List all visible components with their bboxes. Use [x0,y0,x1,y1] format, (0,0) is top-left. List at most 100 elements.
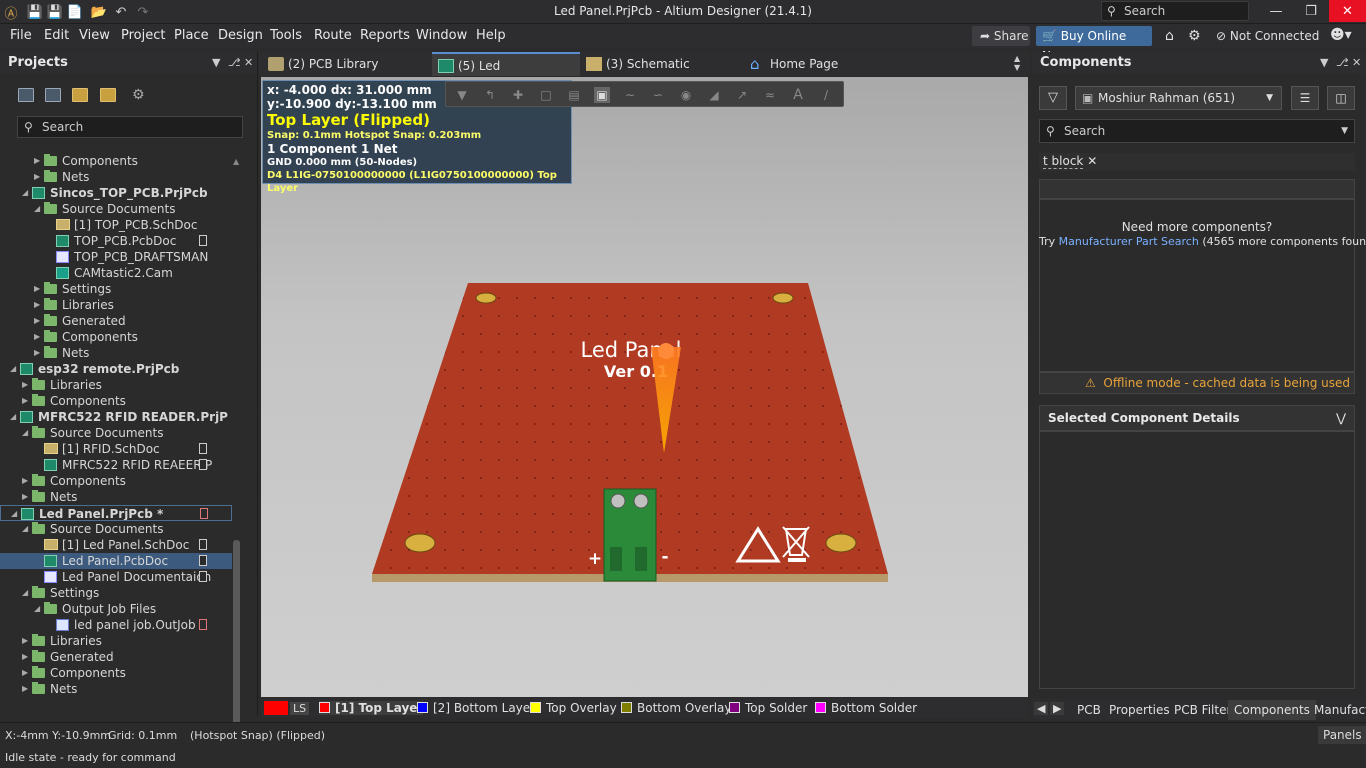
layer-tab-bottom-solder[interactable]: Bottom Solder [815,701,917,715]
open-project-icon[interactable] [72,88,88,102]
panel-tab-properties[interactable]: Properties [1109,703,1170,717]
tree-item[interactable]: CAMtastic2.Cam [0,265,232,281]
layer-tab-top-overlay[interactable]: Top Overlay [530,701,617,715]
tree-item[interactable]: ◢ Source Documents [0,201,232,217]
tree-item[interactable]: ▶ Nets [0,489,232,505]
expand-toggle-icon[interactable]: ◢ [22,185,28,201]
place-component-icon[interactable]: ▣ [594,87,610,103]
tree-item[interactable]: Led Panel Documentaion [0,569,232,585]
menu-route[interactable]: Route [314,28,352,43]
menu-view[interactable]: View [79,28,110,43]
tree-item[interactable]: [1] Led Panel.SchDoc [0,537,232,553]
tree-item[interactable]: ◢ esp32 remote.PrjPcb [0,361,232,377]
pin-icon[interactable]: ⎇ [228,52,241,74]
tab-scroll-left-icon[interactable]: ◀ [1034,702,1049,715]
share-button[interactable]: ➦ Share [972,26,1030,46]
select-rect-icon[interactable]: □ [538,87,554,103]
tree-item[interactable]: ▶ Generated [0,649,232,665]
pin-icon[interactable]: ⎇ [1336,52,1349,74]
tree-item[interactable]: ▶ Components [0,665,232,681]
tree-item[interactable]: led panel job.OutJob [0,617,232,633]
layer-tab-bottom[interactable]: [2] Bottom Layer [417,701,535,715]
shape-icon[interactable]: ≈ [762,87,778,103]
expand-toggle-icon[interactable]: ▶ [34,345,40,361]
tab-scroll-icon[interactable]: ▲ ▼ [1014,54,1020,72]
expand-toggle-icon[interactable]: ▶ [22,649,28,665]
expand-toggle-icon[interactable]: ◢ [22,425,28,441]
tree-item[interactable]: ▶ Nets [0,681,232,697]
save-all-projects-icon[interactable] [45,88,61,102]
expand-toggle-icon[interactable]: ▶ [34,297,40,313]
filter-tag[interactable]: t block ✕ [1039,153,1355,171]
expand-toggle-icon[interactable]: ◢ [34,601,40,617]
tree-item[interactable]: ▶ Libraries [0,297,232,313]
tree-item[interactable]: ▶ Libraries [0,377,232,393]
menu-lines-icon[interactable]: ☰ [1291,86,1319,110]
panel-menu-icon[interactable]: ▼ [1320,52,1328,74]
tab-pcb-library[interactable]: (2) PCB Library Document▼ [262,52,430,95]
expand-toggle-icon[interactable]: ◢ [22,585,28,601]
tree-item[interactable]: ▶ Components [0,393,232,409]
add-existing-icon[interactable] [100,88,116,102]
library-selector[interactable]: ▣ Moshiur Rahman (651) ▼ [1075,86,1282,110]
expand-toggle-icon[interactable]: ▶ [34,313,40,329]
tab-schematic[interactable]: (3) Schematic Document▼ [580,52,744,95]
manufacturer-part-search-link[interactable]: Manufacturer Part Search [1059,235,1199,248]
expand-toggle-icon[interactable]: ▶ [22,393,28,409]
expand-toggle-icon[interactable]: ▶ [34,153,40,169]
tree-item[interactable]: ◢ Settings [0,585,232,601]
collapse-icon[interactable]: ⋁ [1336,406,1346,430]
scroll-up-icon[interactable]: ▲ [233,157,239,166]
layer-tab-top-solder[interactable]: Top Solder [729,701,807,715]
align-icon[interactable]: ▤ [566,87,582,103]
close-panel-icon[interactable]: ✕ [244,52,253,74]
settings-gear-icon[interactable]: ⚙ [132,88,148,102]
expand-toggle-icon[interactable]: ◢ [10,361,16,377]
expand-toggle-icon[interactable]: ▶ [22,633,28,649]
tree-item[interactable]: ▶ Nets [0,345,232,361]
menu-reports[interactable]: Reports [360,28,410,43]
layer-tab-top[interactable]: [1] Top Layer [319,701,424,715]
tree-item[interactable]: ◢ Output Job Files [0,601,232,617]
expand-toggle-icon[interactable]: ◢ [22,521,28,537]
layout-toggle-icon[interactable]: ◫ [1327,86,1355,110]
components-search-input[interactable]: ⚲ Search ▼ [1039,119,1355,143]
minimize-button[interactable]: — [1259,0,1293,22]
current-layer-swatch[interactable] [264,701,288,715]
panel-tab-manufacturer[interactable]: Manufact [1314,703,1366,717]
dimension-icon[interactable]: ↗ [734,87,750,103]
home-icon[interactable]: ⌂ [1165,28,1174,44]
tree-item[interactable]: TOP_PCB.PcbDoc [0,233,232,249]
tree-item[interactable]: ◢ Source Documents [0,521,232,537]
route-icon[interactable]: ↰ [482,87,498,103]
menu-place[interactable]: Place [174,28,209,43]
panels-button[interactable]: Panels [1318,726,1366,744]
menu-design[interactable]: Design [218,28,263,43]
maximize-button[interactable]: ❐ [1294,0,1328,22]
tree-item[interactable]: ◢ MFRC522 RFID READER.PrjP [0,409,232,425]
close-panel-icon[interactable]: ✕ [1352,52,1361,74]
menu-help[interactable]: Help [476,28,506,43]
tree-item[interactable]: ▶ Components [0,329,232,345]
tree-item[interactable]: ▶ Components [0,153,232,169]
tree-item[interactable]: ▶ Components [0,473,232,489]
expand-toggle-icon[interactable]: ▶ [22,473,28,489]
tree-item[interactable]: ◢ Sincos_TOP_PCB.PrjPcb [0,185,232,201]
menu-file[interactable]: File [10,28,32,43]
tree-item[interactable]: ▶ Generated [0,313,232,329]
expand-toggle-icon[interactable]: ▶ [34,329,40,345]
expand-toggle-icon[interactable]: ◢ [11,506,17,520]
tree-item[interactable]: ▶ Settings [0,281,232,297]
menu-project[interactable]: Project [121,28,165,43]
expand-toggle-icon[interactable]: ◢ [10,409,16,425]
tree-item[interactable]: MFRC522 RFID REAEER.P [0,457,232,473]
expand-toggle-icon[interactable]: ▶ [34,169,40,185]
expand-toggle-icon[interactable]: ▶ [22,665,28,681]
remove-filter-icon[interactable]: ✕ [1087,154,1097,168]
line-icon[interactable]: ∕ [818,87,834,103]
global-search-input[interactable]: ⚲ Search [1101,1,1249,21]
tree-scroll-thumb[interactable] [233,540,240,744]
layer-set-button[interactable]: LS [290,702,310,715]
user-icon[interactable]: ☻▾ [1330,27,1352,43]
tree-item[interactable]: ◢ Source Documents [0,425,232,441]
